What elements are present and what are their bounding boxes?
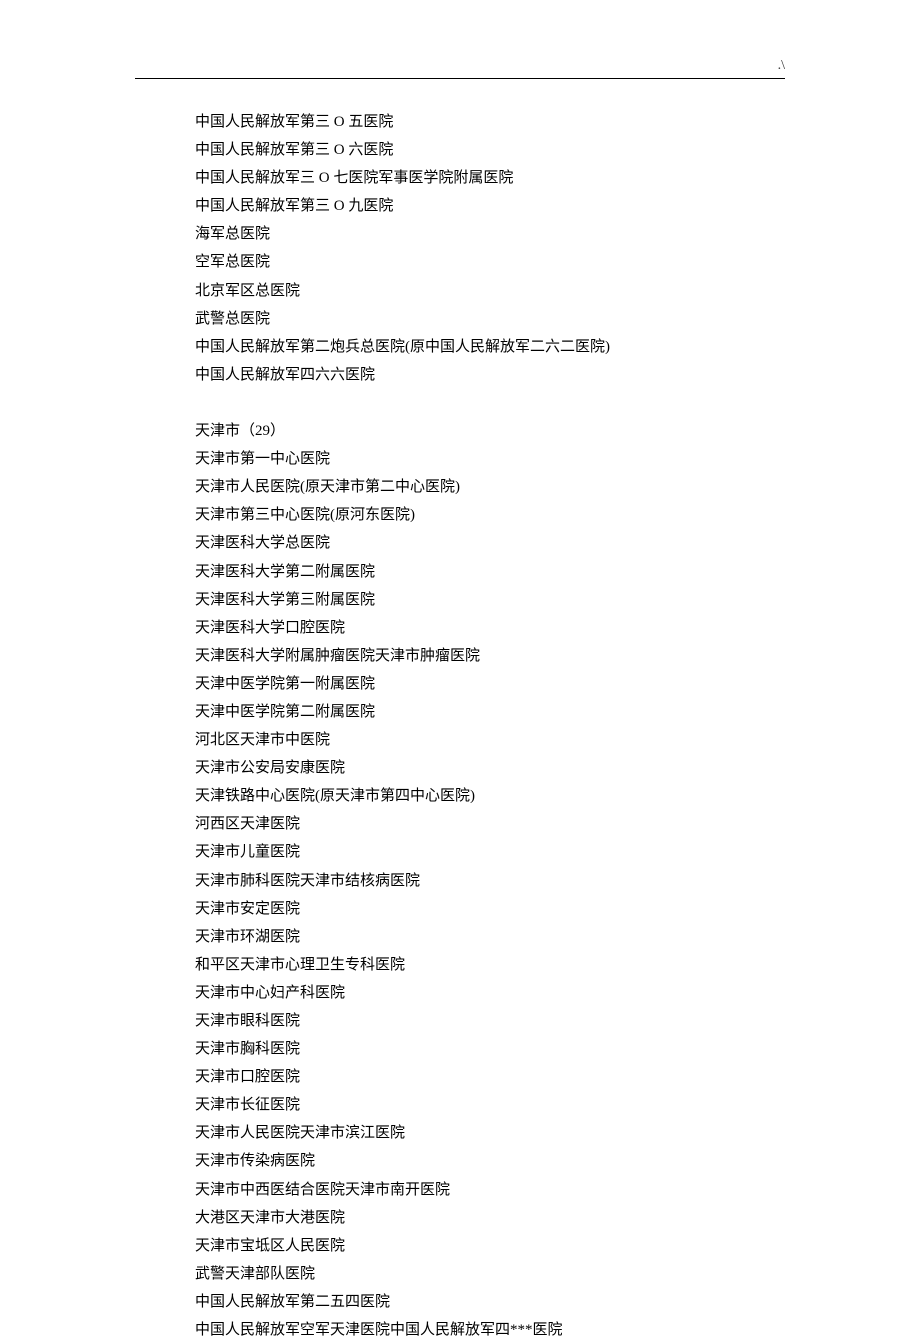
list-item: 河西区天津医院 [195, 810, 785, 838]
list-item: 中国人民解放军四六六医院 [195, 361, 785, 389]
list-item: 武警天津部队医院 [195, 1260, 785, 1288]
list-item: 大港区天津市大港医院 [195, 1204, 785, 1232]
list-item: 天津医科大学第二附属医院 [195, 558, 785, 586]
list-item: 北京军区总医院 [195, 277, 785, 305]
list-item: 天津市宝坻区人民医院 [195, 1232, 785, 1260]
section-header: 天津市（29） [195, 417, 785, 445]
list-item: 中国人民解放军第三 O 九医院 [195, 192, 785, 220]
list-item: 天津医科大学口腔医院 [195, 614, 785, 642]
list-item: 中国人民解放军三 O 七医院军事医学院附属医院 [195, 164, 785, 192]
list-item: 空军总医院 [195, 248, 785, 276]
list-item: 海军总医院 [195, 220, 785, 248]
list-item: 天津市人民医院天津市滨江医院 [195, 1119, 785, 1147]
list-item: 天津市中西医结合医院天津市南开医院 [195, 1176, 785, 1204]
list-item: 天津市环湖医院 [195, 923, 785, 951]
list-item: 河北区天津市中医院 [195, 726, 785, 754]
list-item: 天津市传染病医院 [195, 1147, 785, 1175]
list-item: 中国人民解放军第三 O 五医院 [195, 108, 785, 136]
header-divider [135, 78, 785, 79]
list-item: 和平区天津市心理卫生专科医院 [195, 951, 785, 979]
document-content: 中国人民解放军第三 O 五医院 中国人民解放军第三 O 六医院 中国人民解放军三… [195, 108, 785, 1344]
list-item: 天津市第一中心医院 [195, 445, 785, 473]
page-corner-marker: .\ [778, 58, 785, 74]
list-item: 天津市公安局安康医院 [195, 754, 785, 782]
list-item: 天津市肺科医院天津市结核病医院 [195, 867, 785, 895]
list-item: 天津铁路中心医院(原天津市第四中心医院) [195, 782, 785, 810]
list-item: 天津市第三中心医院(原河东医院) [195, 501, 785, 529]
list-item: 中国人民解放军第三 O 六医院 [195, 136, 785, 164]
list-item: 天津市口腔医院 [195, 1063, 785, 1091]
list-item: 天津市胸科医院 [195, 1035, 785, 1063]
list-item: 中国人民解放军空军天津医院中国人民解放军四***医院 [195, 1316, 785, 1344]
list-item: 天津中医学院第二附属医院 [195, 698, 785, 726]
section-spacer [195, 389, 785, 417]
list-item: 天津市人民医院(原天津市第二中心医院) [195, 473, 785, 501]
list-item: 天津医科大学附属肿瘤医院天津市肿瘤医院 [195, 642, 785, 670]
list-item: 天津市安定医院 [195, 895, 785, 923]
list-item: 天津市中心妇产科医院 [195, 979, 785, 1007]
list-item: 天津市儿童医院 [195, 838, 785, 866]
list-item: 中国人民解放军第二炮兵总医院(原中国人民解放军二六二医院) [195, 333, 785, 361]
list-item: 天津中医学院第一附属医院 [195, 670, 785, 698]
list-item: 武警总医院 [195, 305, 785, 333]
list-item: 天津市眼科医院 [195, 1007, 785, 1035]
list-item: 天津市长征医院 [195, 1091, 785, 1119]
list-item: 天津医科大学第三附属医院 [195, 586, 785, 614]
list-item: 天津医科大学总医院 [195, 529, 785, 557]
